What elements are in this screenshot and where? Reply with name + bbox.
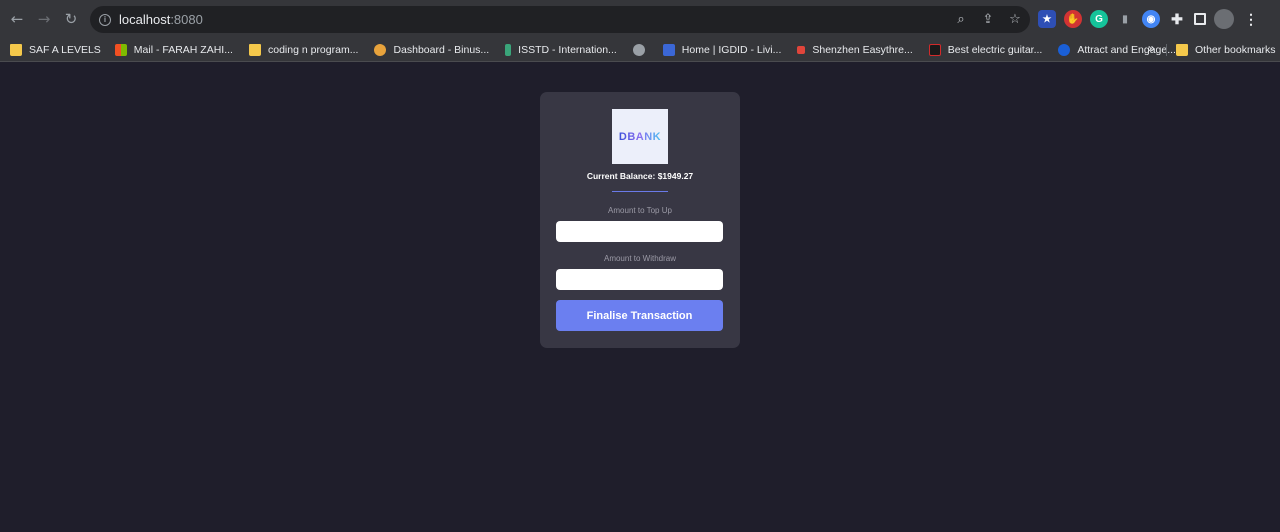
bookmark-item[interactable]: coding n program... xyxy=(245,40,362,60)
guitar-icon xyxy=(928,43,941,56)
bookmark-label: Home | IGDID - Livi... xyxy=(681,43,782,56)
share-icon[interactable]: ⇪ xyxy=(979,10,997,28)
browser-toolbar: ← → ↻ i localhost:8080 ⌕ ⇪ ☆ ★ ✋ G ▮ ◉ ✚… xyxy=(0,0,1280,38)
finalise-transaction-button[interactable]: Finalise Transaction xyxy=(556,300,723,331)
bookmark-label: Shenzhen Easythre... xyxy=(812,43,913,56)
bookmark-label: Best electric guitar... xyxy=(947,43,1043,56)
extension-star-icon[interactable]: ★ xyxy=(1038,10,1056,28)
bookmark-item[interactable] xyxy=(629,40,649,60)
bookmark-item[interactable]: Best electric guitar... xyxy=(925,40,1047,60)
forward-arrow-icon[interactable]: → xyxy=(33,8,55,30)
extension-adblock-icon[interactable]: ✋ xyxy=(1064,10,1082,28)
url-text[interactable]: localhost:8080 xyxy=(119,12,203,27)
other-bookmarks-label: Other bookmarks xyxy=(1195,44,1276,56)
extensions-puzzle-icon[interactable]: ✚ xyxy=(1168,10,1186,28)
easythre-icon xyxy=(797,45,806,54)
url-host: localhost xyxy=(119,12,171,27)
bookmark-label: ISSTD - Internation... xyxy=(518,43,617,56)
bookmark-label: Attract and Engage... xyxy=(1077,43,1176,56)
topup-label: Amount to Top Up xyxy=(608,206,672,215)
logo-text: DBANK xyxy=(618,130,662,143)
bookmarks-bar: SAF A LEVELS Mail - FARAH ZAHI... coding… xyxy=(0,38,1280,62)
menu-icon[interactable]: ⋮ xyxy=(1242,10,1260,28)
bookmarks-overflow-button[interactable]: » xyxy=(1148,41,1155,55)
bookmark-item[interactable]: Home | IGDID - Livi... xyxy=(659,40,786,60)
reload-icon[interactable]: ↻ xyxy=(60,8,82,30)
current-balance: Current Balance: $1949.27 xyxy=(586,171,694,181)
folder-icon xyxy=(1176,44,1188,56)
bookmark-item[interactable]: Mail - FARAH ZAHI... xyxy=(111,40,237,60)
globe-icon xyxy=(632,43,645,56)
extension-google-icon[interactable]: ◉ xyxy=(1142,10,1160,28)
folder-icon xyxy=(10,43,22,56)
withdraw-label: Amount to Withdraw xyxy=(603,254,677,263)
bookmark-item[interactable]: Dashboard - Binus... xyxy=(370,40,493,60)
grammarly-icon[interactable]: G xyxy=(1090,10,1108,28)
url-port: :8080 xyxy=(170,12,203,27)
binus-icon xyxy=(374,43,387,56)
zoom-icon[interactable]: ⌕ xyxy=(952,10,970,28)
topup-amount-input[interactable] xyxy=(556,221,723,242)
back-arrow-icon[interactable]: ← xyxy=(6,8,28,30)
bookmarks-separator xyxy=(1166,44,1167,56)
profile-avatar-icon[interactable] xyxy=(1214,9,1234,29)
bookmark-star-icon[interactable]: ☆ xyxy=(1006,10,1024,28)
dbank-logo: DBANK xyxy=(612,109,668,164)
bookmark-label: coding n program... xyxy=(267,43,359,56)
bookmark-label: Mail - FARAH ZAHI... xyxy=(133,43,233,56)
bookmark-label: SAF A LEVELS xyxy=(29,43,101,56)
microsoft-icon xyxy=(114,43,127,56)
site-info-icon[interactable]: i xyxy=(99,13,111,26)
address-bar[interactable]: i localhost:8080 ⌕ ⇪ ☆ xyxy=(90,6,1030,33)
isstd-icon xyxy=(505,43,512,56)
bookmark-label: Dashboard - Binus... xyxy=(393,43,490,56)
extension-mouse-icon[interactable]: ▮ xyxy=(1116,10,1134,28)
folder-icon xyxy=(248,43,261,56)
c-icon xyxy=(1058,43,1071,56)
bookmark-item[interactable]: SAF A LEVELS xyxy=(6,40,105,60)
divider xyxy=(612,191,668,192)
withdraw-amount-input[interactable] xyxy=(556,269,723,290)
bookmark-item[interactable]: Shenzhen Easythre... xyxy=(793,40,916,60)
side-panel-icon[interactable] xyxy=(1194,13,1206,25)
dbank-card: DBANK Current Balance: $1949.27 Amount t… xyxy=(540,92,740,348)
bookmark-item[interactable]: Attract and Engage... xyxy=(1054,40,1180,60)
bookmark-item[interactable]: ISSTD - Internation... xyxy=(501,40,621,60)
other-bookmarks-folder[interactable]: Other bookmarks xyxy=(1172,40,1280,60)
igdid-icon xyxy=(662,43,675,56)
